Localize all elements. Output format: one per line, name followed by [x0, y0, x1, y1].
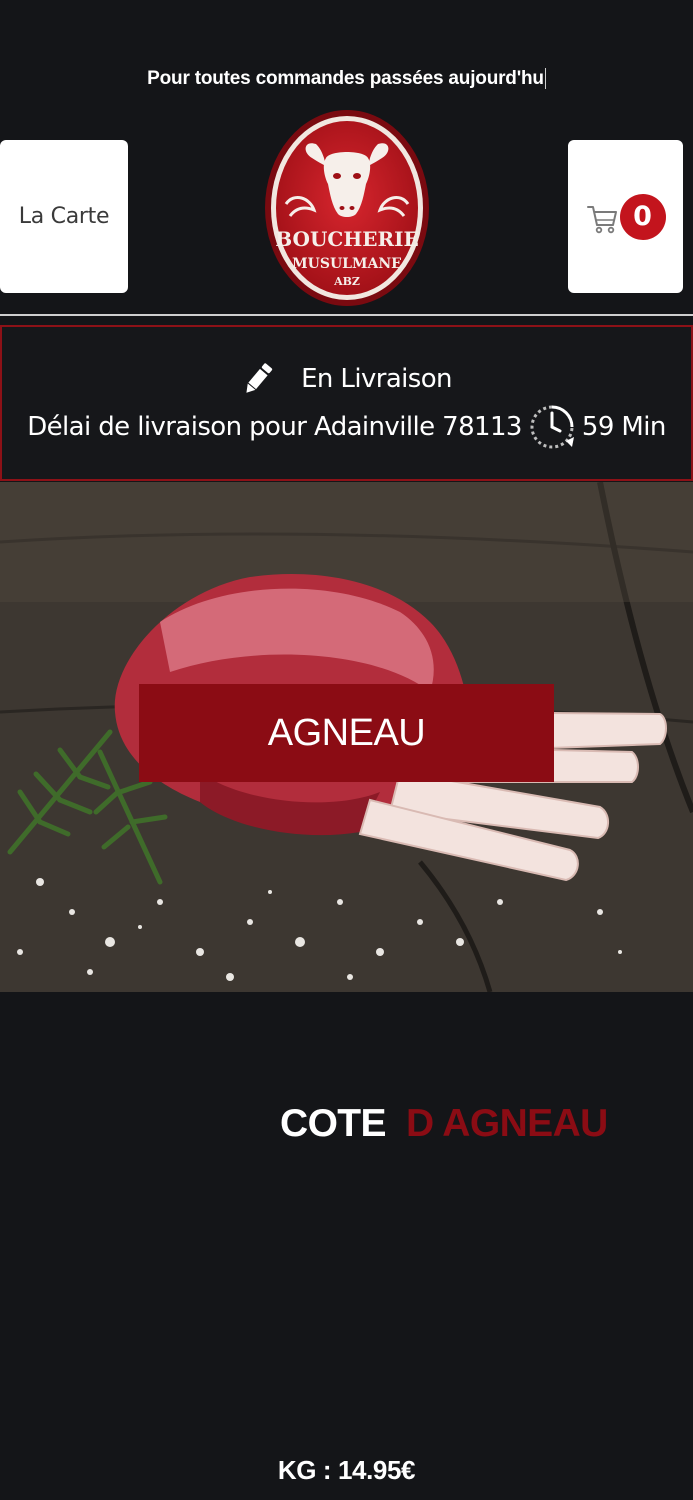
- category-hero[interactable]: AGNEAU: [0, 482, 693, 992]
- logo-line1: BOUCHERIE: [275, 227, 418, 251]
- announcement-text: Pour toutes commandes passées aujourd'hu: [147, 68, 546, 89]
- store-logo[interactable]: BOUCHERIE MUSULMANE ABZ: [264, 106, 430, 310]
- header-divider: [0, 314, 693, 316]
- delivery-panel[interactable]: En Livraison Délai de livraison pour Ada…: [0, 325, 693, 481]
- cart-button[interactable]: 0: [568, 140, 683, 293]
- category-button[interactable]: AGNEAU: [139, 684, 554, 782]
- pencil-icon: [246, 363, 273, 393]
- menu-button[interactable]: La Carte: [0, 140, 128, 293]
- cart-count-badge: 0: [619, 193, 666, 240]
- product-title-part2: D AGNEAU: [405, 1102, 608, 1145]
- delivery-delay-value: 59 Min: [581, 412, 666, 442]
- product-title[interactable]: COTE D AGNEAU: [280, 1102, 608, 1146]
- product-title-part1: COTE: [280, 1102, 387, 1145]
- delivery-mode-label: En Livraison: [301, 364, 452, 394]
- delivery-delay: Délai de livraison pour Adainville 78113…: [2, 401, 691, 453]
- menu-button-label: La Carte: [18, 204, 110, 229]
- logo-line2: MUSULMANE: [292, 256, 402, 272]
- cart-icon: [586, 205, 617, 233]
- logo-line3: ABZ: [333, 275, 360, 288]
- delivery-delay-label: Délai de livraison pour Adainville 78113: [27, 412, 522, 442]
- product-price: KG : 14.95€: [277, 1455, 416, 1485]
- announcement-banner: Pour toutes commandes passées aujourd'hu: [0, 68, 693, 98]
- delivery-mode[interactable]: En Livraison: [2, 360, 691, 398]
- clock-icon: [530, 405, 574, 449]
